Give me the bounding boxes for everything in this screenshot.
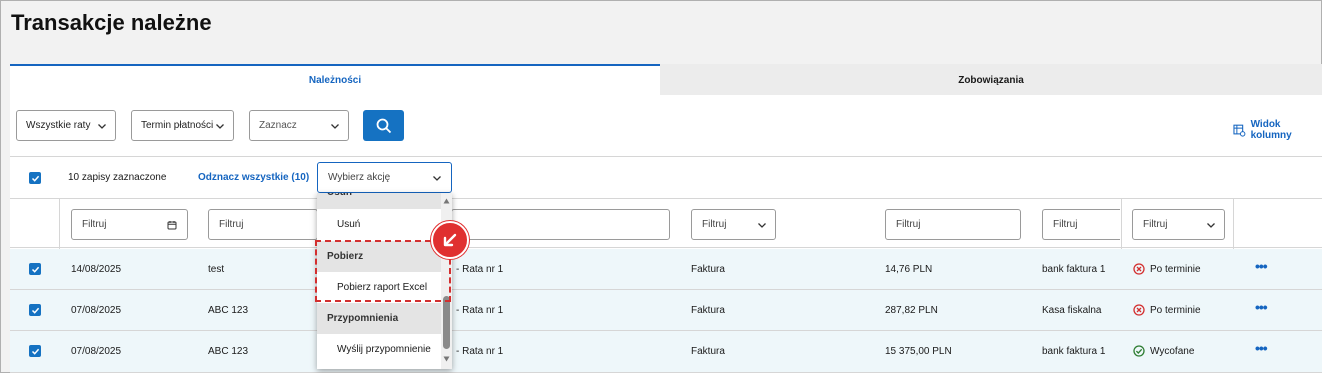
scroll-up-arrow-icon[interactable] — [443, 198, 450, 204]
doc-type-filter-select[interactable]: Filtruj — [691, 209, 776, 240]
status-badge: Po terminie — [1133, 304, 1201, 316]
status-filter-select[interactable]: Filtruj — [1132, 209, 1225, 240]
installments-select[interactable]: Wszystkie raty — [16, 110, 116, 141]
chevron-down-icon — [758, 223, 766, 228]
cell-doc-type: Faktura — [691, 305, 725, 316]
action-select[interactable]: Wybierz akcję — [317, 162, 452, 193]
scrollbar-thumb[interactable] — [443, 296, 450, 349]
column-view-label: Widok kolumny — [1250, 119, 1292, 141]
cell-account: bank faktura 1 — [1042, 264, 1106, 275]
cell-doc-type: Faktura — [691, 264, 725, 275]
filter-placeholder: Filtruj — [1143, 219, 1168, 230]
checkmark-icon — [31, 307, 39, 314]
cell-installment: - Rata nr 1 — [456, 346, 504, 357]
overdue-x-icon — [1133, 304, 1145, 316]
payment-term-select[interactable]: Termin płatności — [131, 110, 234, 141]
tab-bar: Należności Zobowiązania — [10, 64, 1322, 95]
deselect-all-link[interactable]: Odznacz wszystkie (10) — [198, 172, 309, 183]
dropdown-group-delete: Usuń — [317, 193, 441, 209]
mark-select[interactable]: Zaznacz — [249, 110, 349, 141]
cell-date: 07/08/2025 — [71, 305, 122, 316]
cell-account: Kasa fiskalna — [1042, 305, 1102, 316]
status-label: Po terminie — [1150, 263, 1201, 275]
pointer-arrow-badge — [431, 221, 469, 259]
chevron-down-icon — [1207, 223, 1215, 228]
status-badge: Po terminie — [1133, 263, 1201, 275]
checkmark-icon — [31, 175, 39, 182]
cell-date: 07/08/2025 — [71, 346, 122, 357]
dropdown-item-send-reminder[interactable]: Wyślij przypomnienie — [317, 334, 441, 365]
date-filter-input[interactable]: Filtruj — [71, 209, 188, 240]
row-more-options-icon[interactable]: ••• — [1255, 258, 1268, 274]
scroll-down-arrow-icon[interactable] — [443, 356, 450, 362]
filter-placeholder: Filtruj — [1053, 219, 1078, 230]
amount-filter-input[interactable]: Filtruj — [885, 209, 1021, 240]
row-checkbox[interactable] — [29, 263, 41, 275]
filter-placeholder: Filtruj — [82, 219, 107, 230]
installments-select-value: Wszystkie raty — [26, 120, 91, 131]
dropdown-item-delete[interactable]: Usuń — [317, 209, 441, 240]
calendar-icon — [167, 221, 177, 230]
search-icon — [376, 118, 391, 133]
cell-doc-type: Faktura — [691, 346, 725, 357]
filter-placeholder: Filtruj — [896, 219, 921, 230]
payment-term-select-value: Termin płatności — [141, 120, 214, 131]
select-all-checkbox[interactable] — [29, 172, 41, 184]
cell-amount: 14,76 PLN — [885, 264, 933, 275]
cell-installment: - Rata nr 1 — [456, 305, 504, 316]
filter-placeholder: Filtruj — [702, 219, 727, 230]
arrow-down-left-icon — [443, 233, 457, 247]
table-row[interactable] — [10, 331, 1322, 373]
cell-name: test — [208, 264, 225, 275]
chevron-down-icon — [216, 123, 224, 129]
status-label: Wycofane — [1150, 345, 1195, 357]
columns-settings-icon — [1233, 124, 1246, 137]
checkmark-icon — [31, 266, 39, 273]
cell-name: ABC 123 — [208, 346, 249, 357]
account-filter-input[interactable]: Filtruj — [1042, 209, 1120, 240]
table-row[interactable] — [10, 249, 1322, 290]
withdrawn-check-icon — [1133, 345, 1145, 357]
overdue-x-icon — [1133, 263, 1145, 275]
cell-amount: 15 375,00 PLN — [885, 346, 952, 357]
checkmark-icon — [31, 348, 39, 355]
installment-filter-input[interactable] — [451, 209, 670, 240]
page-title: Transakcje należne — [11, 10, 212, 35]
highlight-frame — [315, 240, 451, 302]
cell-date: 14/08/2025 — [71, 264, 122, 275]
cell-installment: - Rata nr 1 — [456, 264, 504, 275]
column-view-button[interactable]: Widok kolumny — [1233, 119, 1322, 141]
table-row[interactable] — [10, 290, 1322, 331]
search-button[interactable] — [363, 110, 404, 141]
row-checkbox[interactable] — [29, 345, 41, 357]
name-filter-input[interactable]: Filtruj — [208, 209, 318, 240]
cell-name: ABC 123 — [208, 305, 249, 316]
selected-count: 10 zapisy zaznaczone — [68, 172, 167, 183]
dropdown-group-reminders: Przypomnienia — [317, 303, 441, 334]
cell-amount: 287,82 PLN — [885, 305, 938, 316]
row-more-options-icon[interactable]: ••• — [1255, 340, 1268, 356]
status-badge: Wycofane — [1133, 345, 1194, 357]
chevron-down-icon — [433, 176, 441, 181]
chevron-down-icon — [98, 123, 106, 129]
tab-payables[interactable]: Zobowiązania — [660, 64, 1322, 95]
cell-account: bank faktura 1 — [1042, 346, 1106, 357]
chevron-down-icon — [331, 123, 339, 129]
row-more-options-icon[interactable]: ••• — [1255, 299, 1268, 315]
row-checkbox[interactable] — [29, 304, 41, 316]
action-select-placeholder: Wybierz akcję — [328, 172, 391, 183]
filter-placeholder: Filtruj — [219, 219, 244, 230]
tab-receivables[interactable]: Należności — [10, 64, 660, 95]
status-label: Po terminie — [1150, 304, 1201, 316]
mark-select-value: Zaznacz — [259, 120, 297, 131]
